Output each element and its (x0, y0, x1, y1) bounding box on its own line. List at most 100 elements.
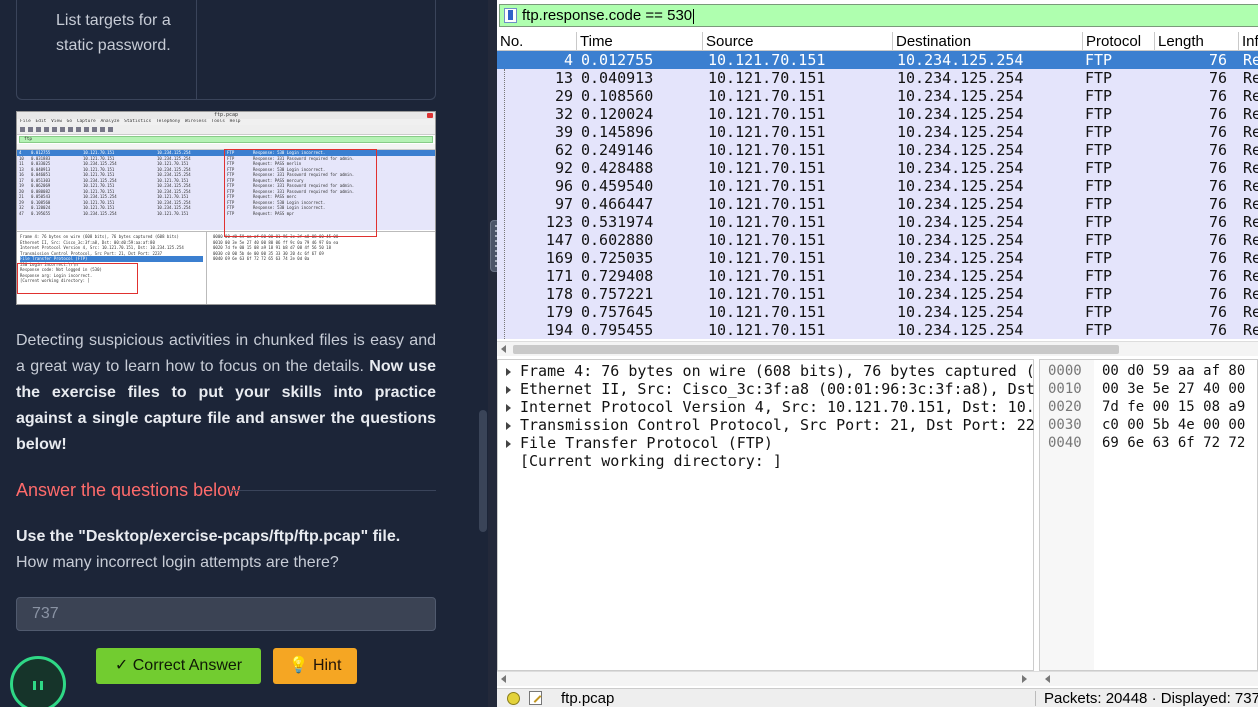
scroll-left-icon[interactable] (1045, 675, 1050, 683)
packet-cell-len: 76 (1208, 177, 1227, 195)
packet-cell-len: 76 (1208, 87, 1227, 105)
column-protocol[interactable]: Protocol (1083, 32, 1155, 51)
column-no[interactable]: No. (497, 32, 577, 51)
packet-cell-no: 39 (554, 123, 573, 141)
bytes-row: 0030 c0 00 5b 4e 00 00 (1040, 416, 1258, 434)
packet-row[interactable]: 13 0.040913 10.121.70.151 10.234.125.254 FTP… (497, 69, 1258, 87)
packet-cell-src: 10.121.70.151 (708, 321, 826, 339)
questions-heading: Answer the questions below (16, 480, 241, 500)
bytes-row: 0010 00 3e 5e 27 40 00 (1040, 380, 1258, 398)
packet-cell-no: 171 (545, 267, 573, 285)
answer-input[interactable]: 737 (16, 597, 436, 631)
task-panel-scrollbar-thumb[interactable] (479, 410, 487, 532)
detail-tree-item[interactable]: Ethernet II, Src: Cisco_3c:3f:a8 (00:01:… (498, 380, 1035, 398)
packet-cell-src: 10.121.70.151 (708, 267, 826, 285)
expand-arrow-icon[interactable] (506, 439, 511, 448)
question-text: How many incorrect login attempts are th… (16, 554, 339, 571)
packet-row[interactable]: 123 0.531974 10.121.70.151 10.234.125.254 FT… (497, 213, 1258, 231)
bytes-offset: 0030 (1048, 417, 1082, 433)
correct-answer-button[interactable]: ✓ Correct Answer (96, 648, 261, 684)
detail-tree-item[interactable]: Internet Protocol Version 4, Src: 10.121… (498, 398, 1035, 416)
thumb-cell-src: 10.234.125.254 (83, 210, 117, 216)
packet-row[interactable]: 179 0.757645 10.121.70.151 10.234.125.254 FT… (497, 303, 1258, 321)
packet-row[interactable]: 171 0.729408 10.121.70.151 10.234.125.254 FT… (497, 267, 1258, 285)
packet-bytes-pane: 0000 00 d0 59 aa af 80 0010 00 3e 5e 27 40 … (1039, 359, 1258, 671)
packet-cell-dst: 10.234.125.254 (897, 321, 1024, 339)
detail-tree-item[interactable]: Frame 4: 76 bytes on wire (608 bits), 76… (498, 362, 1035, 380)
packet-list-hscroll-thumb[interactable] (513, 345, 1119, 354)
pause-button[interactable] (10, 656, 66, 707)
scroll-right-icon[interactable] (1022, 675, 1027, 683)
expand-arrow-icon[interactable] (506, 367, 511, 376)
packet-row[interactable]: 178 0.757221 10.121.70.151 10.234.125.254 FT… (497, 285, 1258, 303)
packet-row[interactable]: 96 0.459540 10.121.70.151 10.234.125.254 FTP… (497, 177, 1258, 195)
packet-row[interactable]: 29 0.108560 10.121.70.151 10.234.125.254 FTP… (497, 87, 1258, 105)
packet-cell-time: 0.602880 (581, 231, 654, 249)
thumb-title: ftp.pcap (213, 112, 239, 118)
pause-icon (33, 681, 43, 690)
packet-cell-len: 76 (1208, 105, 1227, 123)
scroll-left-icon[interactable] (501, 345, 506, 353)
packet-row[interactable]: 62 0.249146 10.121.70.151 10.234.125.254 FTP… (497, 141, 1258, 159)
packet-cell-dst: 10.234.125.254 (897, 195, 1024, 213)
expand-arrow-icon[interactable] (506, 403, 511, 412)
thumb-detail-line: Internet Protocol Version 4, Src: 10.121… (20, 245, 184, 250)
scroll-left-icon[interactable] (501, 675, 506, 683)
display-filter-input[interactable]: ftp.response.code == 530 (522, 7, 695, 24)
hint-button[interactable]: 💡 Hint (273, 648, 357, 684)
thumb-toolbar (17, 125, 435, 135)
packet-cell-dst: 10.234.125.254 (897, 231, 1024, 249)
bytes-row: 0000 00 d0 59 aa af 80 (1040, 362, 1258, 380)
packet-cell-proto: FTP (1085, 267, 1113, 285)
packet-row[interactable]: 32 0.120024 10.121.70.151 10.234.125.254 FTP… (497, 105, 1258, 123)
packet-row[interactable]: 39 0.145896 10.121.70.151 10.234.125.254 FTP… (497, 123, 1258, 141)
detail-label: Ethernet II, Src: Cisco_3c:3f:a8 (00:01:… (520, 380, 1035, 398)
detail-label: [Current working directory: ] (520, 452, 782, 470)
expand-arrow-icon[interactable] (506, 385, 511, 394)
display-filter-text: ftp.response.code == 530 (522, 7, 693, 24)
thumb-detail-line: Frame 4: 76 bytes on wire (608 bits), 76… (20, 234, 179, 239)
detail-tree-item[interactable]: Transmission Control Protocol, Src Port:… (498, 416, 1035, 434)
packet-cell-no: 97 (554, 195, 573, 213)
packet-cell-len: 76 (1208, 51, 1227, 69)
column-length[interactable]: Length (1155, 32, 1239, 51)
thumb-cell-no: 47 (19, 210, 24, 216)
packet-cell-info: Re (1243, 285, 1258, 303)
packet-cell-no: 179 (545, 303, 573, 321)
packet-row[interactable]: 4 0.012755 10.121.70.151 10.234.125.254 FTP 7… (497, 51, 1258, 69)
packet-cell-info: Re (1243, 303, 1258, 321)
packet-row[interactable]: 147 0.602880 10.121.70.151 10.234.125.254 FT… (497, 231, 1258, 249)
detail-tree-item[interactable]: File Transfer Protocol (FTP) (498, 434, 773, 452)
thumb-cell-dst: 10.121.70.151 (157, 210, 189, 216)
packet-row[interactable]: 169 0.725035 10.121.70.151 10.234.125.254 FT… (497, 249, 1258, 267)
details-hscrollbar[interactable] (497, 671, 1258, 686)
packet-cell-src: 10.121.70.151 (708, 159, 826, 177)
packet-cell-info: Re (1243, 177, 1258, 195)
split-divider (488, 0, 497, 707)
packet-row[interactable]: 194 0.795455 10.121.70.151 10.234.125.254 FT… (497, 321, 1258, 339)
packet-cell-no: 169 (545, 249, 573, 267)
packet-cell-dst: 10.234.125.254 (897, 105, 1024, 123)
expert-info-icon[interactable] (507, 692, 520, 705)
packet-cell-info: Re (1243, 213, 1258, 231)
column-source[interactable]: Source (703, 32, 893, 51)
column-time[interactable]: Time (577, 32, 703, 51)
bytes-row: 0040 69 6e 63 6f 72 72 (1040, 434, 1258, 452)
expand-arrow-icon[interactable] (506, 421, 511, 430)
conversation-tree-line (504, 69, 505, 339)
detail-tree-item[interactable]: [Current working directory: ] (498, 452, 782, 470)
packet-cell-no: 147 (545, 231, 573, 249)
packet-cell-info: Re (1243, 159, 1258, 177)
filter-bookmark-icon[interactable] (504, 8, 517, 23)
thumb-cell-time: 0.195655 (31, 210, 51, 216)
capture-comment-icon[interactable] (529, 691, 542, 705)
packet-cell-dst: 10.234.125.254 (897, 87, 1024, 105)
column-destination[interactable]: Destination (893, 32, 1083, 51)
packet-cell-info: Re (1243, 87, 1258, 105)
packet-row[interactable]: 92 0.428488 10.121.70.151 10.234.125.254 FTP… (497, 159, 1258, 177)
questions-header: Answer the questions below (16, 478, 436, 502)
display-filter-bar[interactable]: ftp.response.code == 530 (499, 4, 1258, 27)
column-info[interactable]: Info (1239, 32, 1258, 51)
packet-row[interactable]: 97 0.466447 10.121.70.151 10.234.125.254 FTP… (497, 195, 1258, 213)
packet-list-hscrollbar[interactable] (497, 341, 1258, 356)
